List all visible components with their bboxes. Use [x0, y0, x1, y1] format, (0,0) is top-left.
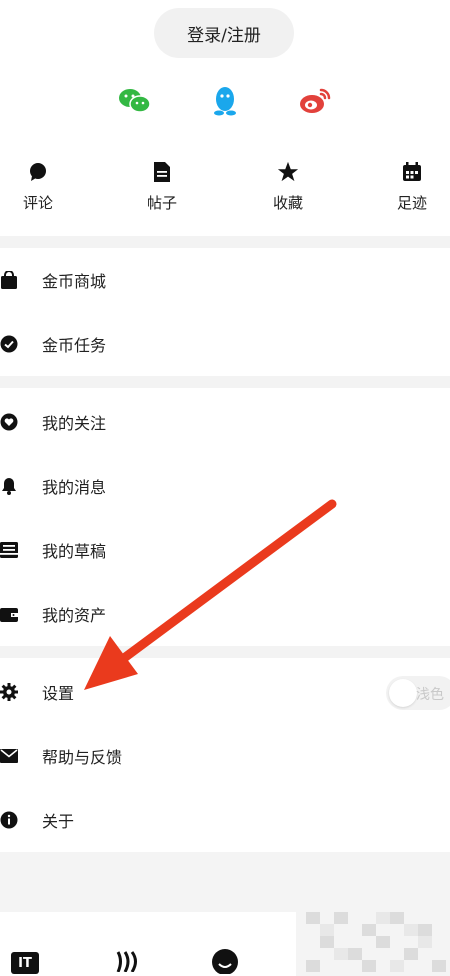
section-divider: [0, 376, 450, 388]
wallet-icon: [0, 605, 18, 623]
watermark-mosaic: [296, 906, 450, 976]
info-icon: [0, 811, 18, 829]
section-divider: [0, 646, 450, 658]
post-icon: [150, 160, 174, 184]
login-register-button[interactable]: 登录/注册: [154, 8, 294, 58]
it-logo-icon: IT: [11, 952, 39, 974]
tab-feed[interactable]: [112, 950, 142, 976]
bottom-spacer: [0, 852, 450, 912]
quick-action-label: 足迹: [396, 194, 427, 212]
toggle-knob: [389, 679, 417, 707]
quick-action-history[interactable]: 足迹: [382, 160, 442, 220]
smile-icon: [211, 948, 239, 976]
menu-item-label: 设置: [42, 684, 75, 703]
menu-item-settings[interactable]: 设置: [0, 660, 450, 724]
quick-action-label: 收藏: [272, 194, 303, 212]
theme-toggle[interactable]: 浅色: [386, 676, 450, 710]
quick-action-label: 帖子: [146, 194, 177, 212]
heart-circle-icon: [0, 413, 18, 431]
menu-item-label: 关于: [42, 812, 75, 831]
menu-item-label: 金币商城: [42, 272, 107, 291]
weibo-icon[interactable]: [298, 86, 332, 116]
menu-item-my-follows[interactable]: 我的关注: [0, 390, 450, 454]
star-icon: [276, 160, 300, 184]
menu-item-label: 金币任务: [42, 336, 107, 355]
section-divider: [0, 236, 450, 248]
calendar-icon: [400, 160, 424, 184]
wechat-icon[interactable]: [118, 86, 152, 116]
menu-item-coin-mall[interactable]: 金币商城: [0, 248, 450, 312]
quick-actions: 评论 帖子 收藏 足迹: [0, 160, 450, 220]
menu-item-label: 帮助与反馈: [42, 748, 123, 767]
quick-action-label: 评论: [22, 194, 53, 212]
theme-toggle-label: 浅色: [416, 687, 444, 703]
tab-it-home[interactable]: IT: [10, 950, 40, 976]
menu-item-label: 我的消息: [42, 478, 107, 497]
draft-box-icon: [0, 541, 18, 559]
menu-item-about[interactable]: 关于: [0, 788, 450, 852]
quick-action-posts[interactable]: 帖子: [132, 160, 192, 220]
menu-item-my-assets[interactable]: 我的资产: [0, 582, 450, 646]
quick-action-favorites[interactable]: 收藏: [258, 160, 318, 220]
mail-icon: [0, 747, 18, 765]
bell-icon: [0, 477, 18, 495]
comment-icon: [26, 160, 50, 184]
menu-item-label: 我的草稿: [42, 542, 107, 561]
gear-icon: [0, 683, 18, 701]
menu-item-label: 我的关注: [42, 414, 107, 433]
check-circle-icon: [0, 335, 18, 353]
quick-action-comments[interactable]: 评论: [8, 160, 68, 220]
menu-item-label: 我的资产: [42, 606, 107, 625]
menu-item-coin-tasks[interactable]: 金币任务: [0, 312, 450, 376]
menu-item-my-drafts[interactable]: 我的草稿: [0, 518, 450, 582]
tab-me[interactable]: [210, 948, 240, 976]
menu-item-help-feedback[interactable]: 帮助与反馈: [0, 724, 450, 788]
menu-item-my-messages[interactable]: 我的消息: [0, 454, 450, 518]
wave-icon: [112, 950, 142, 976]
qq-icon[interactable]: [208, 86, 242, 116]
shopping-bag-icon: [0, 271, 18, 289]
